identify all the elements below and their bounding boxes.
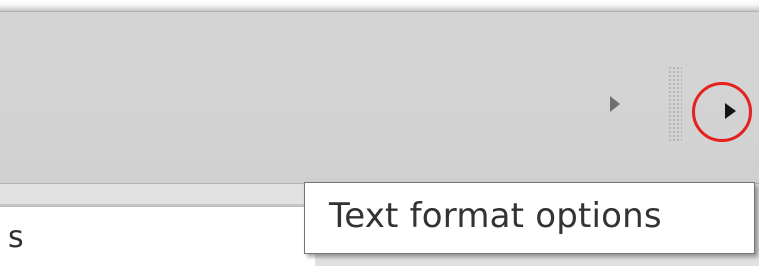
text-format-options-button[interactable] xyxy=(692,82,752,142)
chevron-right-icon xyxy=(725,103,736,119)
document-panel: s xyxy=(0,206,315,266)
tooltip-text: Text format options xyxy=(329,196,662,236)
toolbar xyxy=(0,12,759,183)
tooltip: Text format options xyxy=(304,182,755,254)
chevron-right-icon[interactable] xyxy=(610,96,620,112)
document-text: s xyxy=(8,220,24,255)
toolbar-grip[interactable] xyxy=(668,66,682,142)
window-top-border xyxy=(0,0,759,12)
application-window: s Text format options xyxy=(0,0,759,266)
